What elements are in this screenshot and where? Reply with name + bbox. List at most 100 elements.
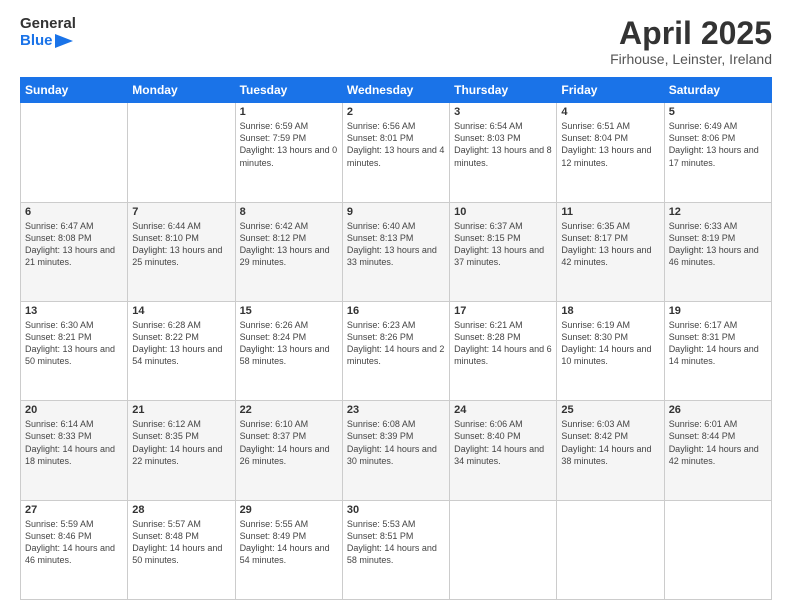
cell-info: Sunrise: 6:42 AM Sunset: 8:12 PM Dayligh… [240, 220, 338, 269]
calendar-header-sunday: Sunday [21, 78, 128, 103]
cell-info: Sunrise: 6:10 AM Sunset: 8:37 PM Dayligh… [240, 418, 338, 467]
day-number: 6 [25, 206, 123, 218]
day-number: 17 [454, 305, 552, 317]
calendar-cell: 26 Sunrise: 6:01 AM Sunset: 8:44 PM Dayli… [664, 401, 771, 500]
calendar-cell: 20 Sunrise: 6:14 AM Sunset: 8:33 PM Dayli… [21, 401, 128, 500]
cell-info: Sunrise: 6:06 AM Sunset: 8:40 PM Dayligh… [454, 418, 552, 467]
calendar-cell: 21 Sunrise: 6:12 AM Sunset: 8:35 PM Dayli… [128, 401, 235, 500]
calendar-week-2: 6Sunrise: 6:47 AM Sunset: 8:08 PM Daylig… [21, 202, 772, 301]
day-number: 11 [561, 206, 659, 218]
calendar-cell: 15 Sunrise: 6:26 AM Sunset: 8:24 PM Dayli… [235, 301, 342, 400]
calendar-week-5: 27 Sunrise: 5:59 AM Sunset: 8:46 PM Dayli… [21, 500, 772, 599]
location: Firhouse, Leinster, Ireland [610, 51, 772, 67]
cell-info: Sunrise: 6:17 AM Sunset: 8:31 PM Dayligh… [669, 319, 767, 368]
calendar-cell: 12 Sunrise: 6:33 AM Sunset: 8:19 PM Dayli… [664, 202, 771, 301]
calendar-cell: 10 Sunrise: 6:37 AM Sunset: 8:15 PM Dayli… [450, 202, 557, 301]
day-number: 29 [240, 504, 338, 516]
day-number: 7 [132, 206, 230, 218]
day-number: 1 [240, 106, 338, 118]
calendar-cell [557, 500, 664, 599]
calendar-cell: 5 Sunrise: 6:49 AM Sunset: 8:06 PM Daylig… [664, 103, 771, 202]
calendar-cell: 27 Sunrise: 5:59 AM Sunset: 8:46 PM Dayli… [21, 500, 128, 599]
calendar-cell: 16 Sunrise: 6:23 AM Sunset: 8:26 PM Dayli… [342, 301, 449, 400]
calendar-cell [450, 500, 557, 599]
day-number: 26 [669, 404, 767, 416]
cell-info: Sunrise: 6:35 AM Sunset: 8:17 PM Dayligh… [561, 220, 659, 269]
logo-arrow-icon [55, 34, 73, 48]
cell-info: Sunrise: 6:30 AM Sunset: 8:21 PM Dayligh… [25, 319, 123, 368]
logo-text: General Blue [20, 16, 76, 49]
cell-info: Sunrise: 6:54 AM Sunset: 8:03 PM Dayligh… [454, 120, 552, 169]
cell-info: Sunrise: 5:59 AM Sunset: 8:46 PM Dayligh… [25, 518, 123, 567]
calendar-table: SundayMondayTuesdayWednesdayThursdayFrid… [20, 77, 772, 600]
day-number: 3 [454, 106, 552, 118]
title-block: April 2025 Firhouse, Leinster, Ireland [610, 16, 772, 67]
calendar-header-friday: Friday [557, 78, 664, 103]
cell-info: Sunrise: 6:33 AM Sunset: 8:19 PM Dayligh… [669, 220, 767, 269]
cell-info: Sunrise: 6:49 AM Sunset: 8:06 PM Dayligh… [669, 120, 767, 169]
day-number: 27 [25, 504, 123, 516]
calendar-cell: 7 Sunrise: 6:44 AM Sunset: 8:10 PM Daylig… [128, 202, 235, 301]
day-number: 5 [669, 106, 767, 118]
day-number: 8 [240, 206, 338, 218]
calendar-cell: 30Sunrise: 5:53 AM Sunset: 8:51 PM Dayli… [342, 500, 449, 599]
cell-info: Sunrise: 6:51 AM Sunset: 8:04 PM Dayligh… [561, 120, 659, 169]
day-number: 15 [240, 305, 338, 317]
day-number: 25 [561, 404, 659, 416]
calendar-cell: 24 Sunrise: 6:06 AM Sunset: 8:40 PM Dayli… [450, 401, 557, 500]
day-number: 21 [132, 404, 230, 416]
cell-info: Sunrise: 6:23 AM Sunset: 8:26 PM Dayligh… [347, 319, 445, 368]
calendar-week-1: 1 Sunrise: 6:59 AM Sunset: 7:59 PM Daylig… [21, 103, 772, 202]
day-number: 16 [347, 305, 445, 317]
month-title: April 2025 [610, 16, 772, 51]
cell-info: Sunrise: 6:56 AM Sunset: 8:01 PM Dayligh… [347, 120, 445, 169]
cell-info: Sunrise: 5:55 AM Sunset: 8:49 PM Dayligh… [240, 518, 338, 567]
day-number: 28 [132, 504, 230, 516]
calendar-week-4: 20 Sunrise: 6:14 AM Sunset: 8:33 PM Dayli… [21, 401, 772, 500]
calendar-header-saturday: Saturday [664, 78, 771, 103]
cell-info: Sunrise: 5:57 AM Sunset: 8:48 PM Dayligh… [132, 518, 230, 567]
calendar-cell: 23Sunrise: 6:08 AM Sunset: 8:39 PM Dayli… [342, 401, 449, 500]
calendar-cell: 8 Sunrise: 6:42 AM Sunset: 8:12 PM Daylig… [235, 202, 342, 301]
calendar-cell: 22Sunrise: 6:10 AM Sunset: 8:37 PM Dayli… [235, 401, 342, 500]
calendar-cell: 29 Sunrise: 5:55 AM Sunset: 8:49 PM Dayli… [235, 500, 342, 599]
calendar-cell: 13 Sunrise: 6:30 AM Sunset: 8:21 PM Dayli… [21, 301, 128, 400]
calendar-cell: 17 Sunrise: 6:21 AM Sunset: 8:28 PM Dayli… [450, 301, 557, 400]
day-number: 20 [25, 404, 123, 416]
cell-info: Sunrise: 6:28 AM Sunset: 8:22 PM Dayligh… [132, 319, 230, 368]
day-number: 4 [561, 106, 659, 118]
calendar-cell [128, 103, 235, 202]
calendar-cell: 28 Sunrise: 5:57 AM Sunset: 8:48 PM Dayli… [128, 500, 235, 599]
calendar-cell: 2 Sunrise: 6:56 AM Sunset: 8:01 PM Daylig… [342, 103, 449, 202]
day-number: 12 [669, 206, 767, 218]
calendar-cell: 3 Sunrise: 6:54 AM Sunset: 8:03 PM Daylig… [450, 103, 557, 202]
calendar-header-row: SundayMondayTuesdayWednesdayThursdayFrid… [21, 78, 772, 103]
cell-info: Sunrise: 6:37 AM Sunset: 8:15 PM Dayligh… [454, 220, 552, 269]
cell-info: Sunrise: 6:59 AM Sunset: 7:59 PM Dayligh… [240, 120, 338, 169]
page: General Blue April 2025 Firhouse, Leinst… [0, 0, 792, 612]
cell-info: Sunrise: 6:01 AM Sunset: 8:44 PM Dayligh… [669, 418, 767, 467]
calendar-cell [21, 103, 128, 202]
cell-info: Sunrise: 6:26 AM Sunset: 8:24 PM Dayligh… [240, 319, 338, 368]
calendar-header-thursday: Thursday [450, 78, 557, 103]
calendar-cell: 1 Sunrise: 6:59 AM Sunset: 7:59 PM Daylig… [235, 103, 342, 202]
cell-info: Sunrise: 5:53 AM Sunset: 8:51 PM Dayligh… [347, 518, 445, 567]
cell-info: Sunrise: 6:12 AM Sunset: 8:35 PM Dayligh… [132, 418, 230, 467]
calendar-cell: 6Sunrise: 6:47 AM Sunset: 8:08 PM Daylig… [21, 202, 128, 301]
day-number: 2 [347, 106, 445, 118]
day-number: 14 [132, 305, 230, 317]
calendar-week-3: 13 Sunrise: 6:30 AM Sunset: 8:21 PM Dayli… [21, 301, 772, 400]
day-number: 18 [561, 305, 659, 317]
day-number: 10 [454, 206, 552, 218]
day-number: 13 [25, 305, 123, 317]
cell-info: Sunrise: 6:21 AM Sunset: 8:28 PM Dayligh… [454, 319, 552, 368]
logo-blue: Blue [20, 33, 76, 50]
cell-info: Sunrise: 6:44 AM Sunset: 8:10 PM Dayligh… [132, 220, 230, 269]
day-number: 24 [454, 404, 552, 416]
calendar-header-monday: Monday [128, 78, 235, 103]
calendar-cell [664, 500, 771, 599]
calendar-cell: 9Sunrise: 6:40 AM Sunset: 8:13 PM Daylig… [342, 202, 449, 301]
day-number: 9 [347, 206, 445, 218]
day-number: 23 [347, 404, 445, 416]
cell-info: Sunrise: 6:14 AM Sunset: 8:33 PM Dayligh… [25, 418, 123, 467]
